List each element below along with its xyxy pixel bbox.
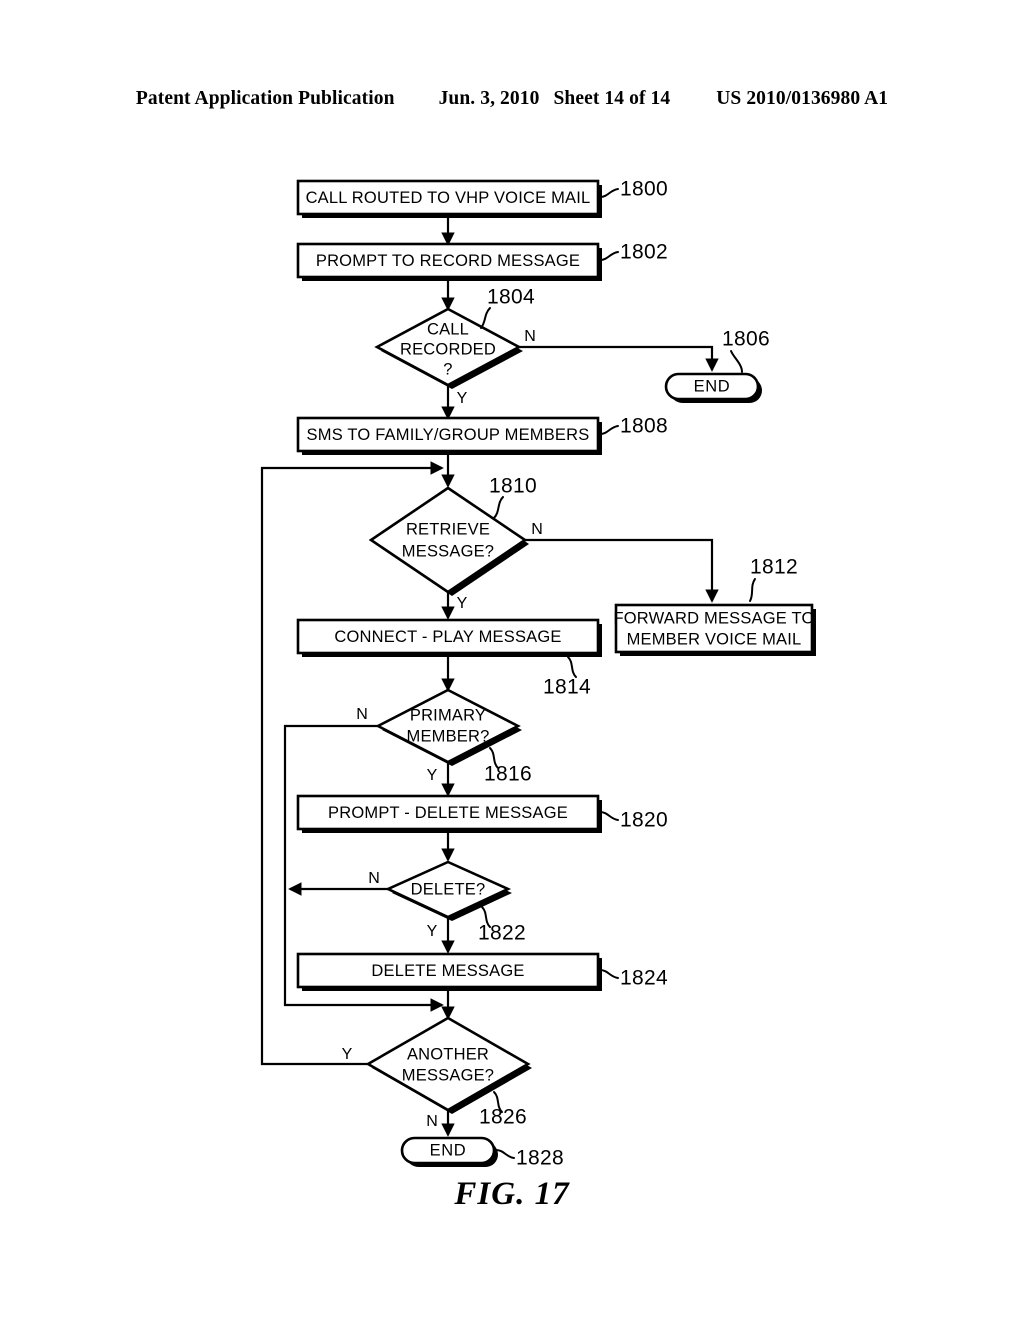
ref-label: 1828 [516,1147,564,1170]
node-label: DELETE? [411,880,486,898]
ref-1800: 1800 [599,178,668,201]
branch-label-1822-y: Y [427,923,438,940]
ref-1826: 1826 [479,1091,527,1129]
node-forward-message-to-member-voice-mail: FORWARD MESSAGE TO MEMBER VOICE MAIL [613,603,816,656]
node-label-line2: MEMBER? [407,727,490,745]
ref-1810: 1810 [489,475,537,519]
node-end-1828: END [400,1136,498,1167]
node-delete-decision: DELETE? [384,860,512,921]
node-end-1806: END [664,372,762,403]
ref-label: 1824 [620,967,668,990]
node-label: PROMPT - DELETE MESSAGE [328,804,568,822]
flowchart-diagram: CALL ROUTED TO VHP VOICE MAIL 1800 PROMP… [260,178,816,1170]
branch-label-1826-y: Y [342,1046,353,1063]
ref-label: 1806 [722,328,770,351]
figure-caption: FIG. 17 [454,1176,570,1212]
ref-label: 1800 [620,178,668,201]
ref-1804: 1804 [480,286,535,329]
node-delete-message: DELETE MESSAGE [296,952,602,991]
node-primary-member-decision: PRIMARY MEMBER? [375,688,522,766]
branch-label-1810-n: N [531,521,543,538]
ref-1824: 1824 [599,967,668,990]
node-label-line1: FORWARD MESSAGE TO [613,609,814,627]
ref-1828: 1828 [495,1147,564,1170]
branch-label-1804-n: N [524,328,536,345]
ref-1816: 1816 [484,747,532,786]
node-label-line2: MESSAGE? [402,1066,494,1084]
node-label: DELETE MESSAGE [371,962,524,980]
node-call-routed-to-vhp-voice-mail: CALL ROUTED TO VHP VOICE MAIL [296,179,602,218]
ref-label: 1816 [484,763,532,786]
ref-1808: 1808 [599,415,668,438]
node-label-line1: RETRIEVE [406,520,490,538]
branch-label-1816-n: N [356,706,368,723]
ref-1820: 1820 [599,809,668,832]
ref-1812: 1812 [749,556,798,602]
node-retrieve-message-decision: RETRIEVE MESSAGE? [368,486,529,596]
node-label: END [430,1141,467,1159]
node-label-line3: ? [443,360,452,378]
node-prompt-to-record-message: PROMPT TO RECORD MESSAGE [296,242,602,281]
node-label: CONNECT - PLAY MESSAGE [334,628,561,646]
node-label-line1: ANOTHER [407,1045,489,1063]
ref-label: 1802 [620,241,668,264]
node-label: CALL ROUTED TO VHP VOICE MAIL [306,189,591,207]
node-label-line2: RECORDED [400,340,496,358]
node-label: SMS TO FAMILY/GROUP MEMBERS [307,426,590,444]
ref-label: 1808 [620,415,668,438]
patent-page: Patent Application Publication Jun. 3, 2… [0,0,1024,1320]
ref-1802: 1802 [599,241,668,264]
branch-label-1822-n: N [368,870,380,887]
node-label-line2: MEMBER VOICE MAIL [627,630,802,648]
ref-label: 1820 [620,809,668,832]
node-label: END [694,377,731,395]
node-prompt-delete-message: PROMPT - DELETE MESSAGE [296,794,602,833]
node-another-message-decision: ANOTHER MESSAGE? [365,1016,532,1114]
ref-label: 1826 [479,1106,527,1129]
node-label-line1: CALL [427,320,469,338]
ref-label: 1814 [543,676,591,699]
branch-label-1810-y: Y [457,595,468,612]
ref-1822: 1822 [478,906,526,945]
ref-label: 1812 [750,556,798,579]
branch-label-1826-n: N [426,1113,438,1130]
ref-label: 1810 [489,475,537,498]
ref-1806: 1806 [722,328,770,373]
node-call-recorded-decision: CALL RECORDED ? [374,307,523,389]
ref-label: 1822 [478,922,526,945]
node-sms-to-family-group-members: SMS TO FAMILY/GROUP MEMBERS [296,416,602,455]
branch-label-1804-y: Y [457,390,468,407]
ref-label: 1804 [487,286,535,309]
ref-1814: 1814 [543,656,591,699]
node-label-line2: MESSAGE? [402,542,494,560]
node-label-line1: PRIMARY [410,706,486,724]
node-connect-play-message: CONNECT - PLAY MESSAGE [296,618,602,657]
branch-label-1816-y: Y [427,767,438,784]
node-label: PROMPT TO RECORD MESSAGE [316,252,580,270]
